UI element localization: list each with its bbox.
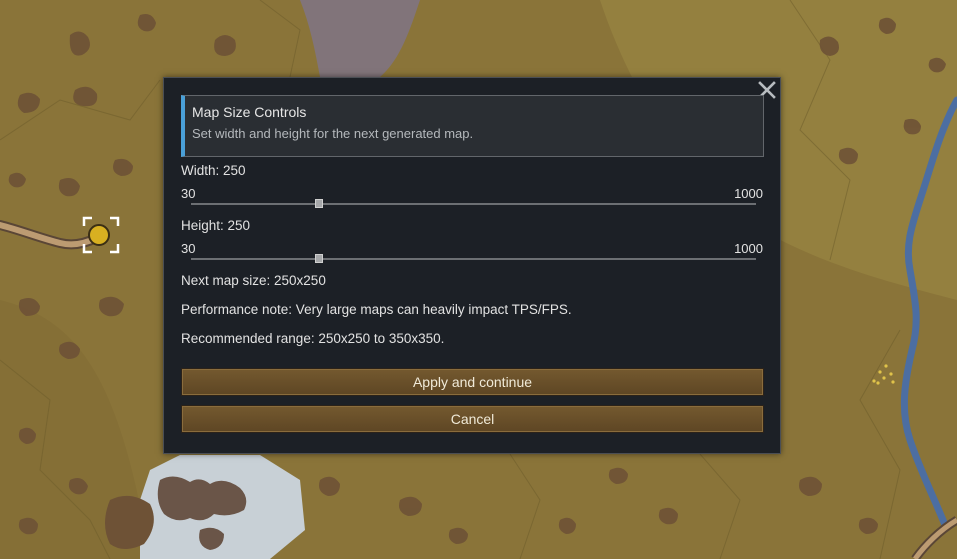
recommended-range-text: Recommended range: 250x250 to 350x350.	[181, 331, 445, 346]
height-max-label: 1000	[734, 241, 763, 256]
width-label: Width: 250	[181, 163, 246, 178]
width-max-label: 1000	[734, 186, 763, 201]
width-slider[interactable]	[191, 199, 756, 208]
width-min-label: 30	[181, 186, 196, 201]
height-slider-handle[interactable]	[315, 254, 324, 263]
next-map-size-text: Next map size: 250x250	[181, 273, 326, 288]
colony-marker-icon	[88, 224, 110, 246]
selection-marker[interactable]	[81, 215, 121, 255]
width-slider-handle[interactable]	[315, 199, 324, 208]
cancel-button[interactable]: Cancel	[181, 405, 764, 433]
performance-note-text: Performance note: Very large maps can he…	[181, 302, 572, 317]
height-label: Height: 250	[181, 218, 251, 233]
map-size-dialog: Map Size Controls Set width and height f…	[163, 77, 781, 454]
apply-and-continue-button[interactable]: Apply and continue	[181, 368, 764, 396]
info-box: Map Size Controls Set width and height f…	[181, 95, 764, 157]
dialog-title: Map Size Controls	[192, 104, 307, 120]
dialog-description: Set width and height for the next genera…	[192, 126, 474, 141]
height-min-label: 30	[181, 241, 196, 256]
height-slider[interactable]	[191, 254, 756, 263]
